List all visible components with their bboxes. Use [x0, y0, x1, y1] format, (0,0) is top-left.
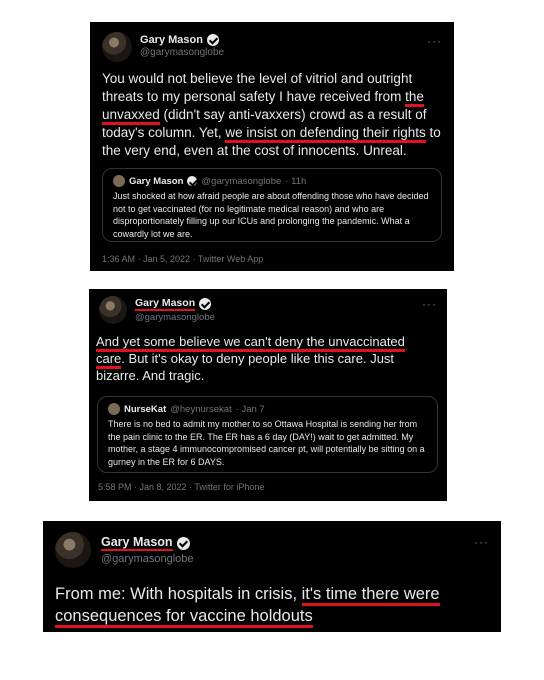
more-options-icon[interactable]: ··· [422, 297, 437, 311]
user-handle[interactable]: @garymasonglobe [135, 312, 215, 323]
tweet-card-1: Gary Mason @garymasonglobe ··· You would… [90, 22, 454, 271]
user-handle[interactable]: @garymasonglobe [140, 47, 224, 58]
user-handle[interactable]: @garymasonglobe [101, 553, 194, 565]
tweet-meta: 5:58 PM · Jan 8, 2022 · Twitter for iPho… [98, 482, 264, 492]
avatar[interactable] [55, 532, 91, 568]
display-name[interactable]: Gary Mason [101, 535, 173, 551]
quote-display-name: NurseKat [124, 403, 167, 415]
verified-badge-icon [187, 176, 198, 186]
tweet-timestamp[interactable]: 1:36 AM · Jan 5, 2022 [102, 254, 190, 264]
tweet-card-3: Gary Mason @garymasonglobe ··· From me: … [43, 521, 501, 632]
quote-text: Just shocked at how afraid people are ab… [113, 191, 429, 239]
tweet-1-header: Gary Mason @garymasonglobe [102, 32, 224, 62]
quote-avatar [113, 175, 125, 187]
more-options-icon[interactable]: ··· [427, 34, 442, 48]
quote-text: There is no bed to admit my mother to so… [108, 419, 425, 467]
avatar[interactable] [102, 32, 132, 62]
more-options-icon[interactable]: ··· [474, 535, 489, 549]
tweet-timestamp[interactable]: 5:58 PM · Jan 8, 2022 [98, 482, 187, 492]
tweet-text: And yet some believe we can't deny the u… [96, 334, 405, 383]
quote-handle: @heynursekat [170, 403, 232, 415]
tweet-source: · Twitter for iPhone [189, 482, 265, 492]
quote-handle: @garymasonglobe [201, 175, 282, 187]
avatar[interactable] [99, 296, 127, 324]
tweet-text: From me: With hospitals in crisis, it's … [55, 583, 495, 628]
display-name[interactable]: Gary Mason [140, 34, 203, 46]
tweet-meta: 1:36 AM · Jan 5, 2022 · Twitter Web App [102, 254, 263, 264]
quote-time: · Jan 7 [235, 403, 265, 415]
tweet-source: · Twitter Web App [192, 254, 264, 264]
quote-time: · 11h [285, 175, 307, 187]
verified-badge-icon [199, 298, 212, 310]
quoted-tweet[interactable]: Gary Mason @garymasonglobe · 11h Just sh… [102, 168, 442, 242]
quote-display-name: Gary Mason [129, 175, 184, 187]
tweet-3-header: Gary Mason @garymasonglobe [55, 532, 194, 568]
verified-badge-icon [206, 34, 219, 46]
quoted-tweet[interactable]: NurseKat @heynursekat · Jan 7 There is n… [97, 396, 438, 473]
tweet-card-2: Gary Mason @garymasonglobe ··· And yet s… [89, 289, 447, 501]
verified-badge-icon [176, 536, 190, 550]
underlined-phrase: we insist on defending their rights [225, 125, 426, 143]
tweet-2-header: Gary Mason @garymasonglobe [99, 296, 215, 324]
display-name[interactable]: Gary Mason [135, 297, 196, 311]
tweet-text: You would not believe the level of vitri… [102, 71, 441, 158]
quote-avatar [108, 403, 120, 415]
